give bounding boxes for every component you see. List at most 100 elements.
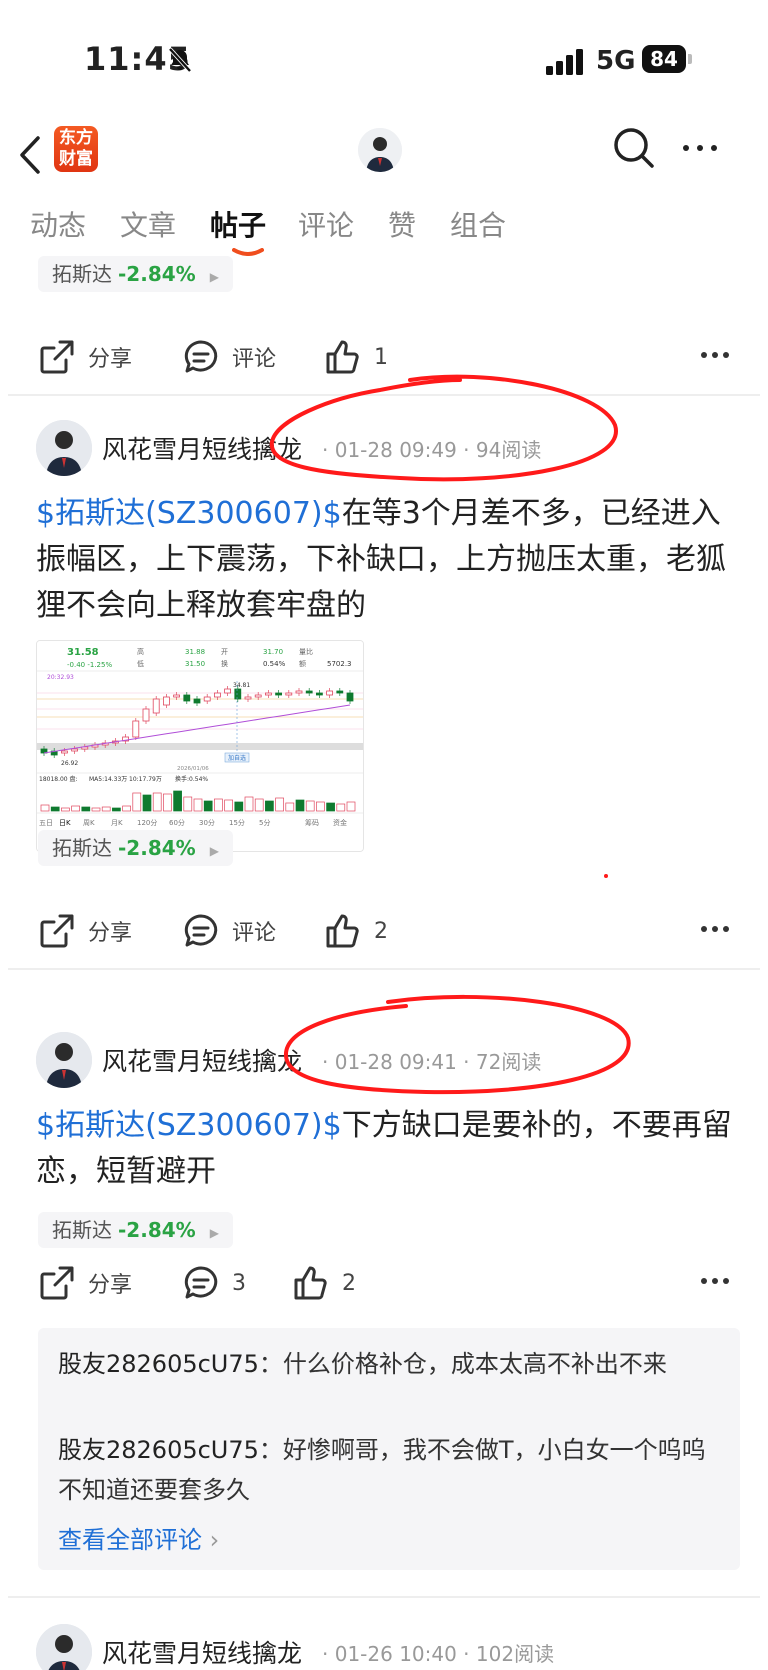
app-logo[interactable]: 东方 财富 [54,126,98,172]
share-button[interactable]: 分享 [38,1258,132,1308]
tab-articles[interactable]: 文章 [120,204,176,244]
volume-bar [61,807,70,812]
more-icon[interactable] [700,924,730,934]
candle [183,694,191,702]
chevron-right-icon: ▶ [209,270,219,284]
comment-user[interactable]: 股友282605cU75 [58,1350,259,1378]
stock-tag[interactable]: 拓斯达 -2.84% ▶ [38,1212,233,1248]
more-icon[interactable] [680,142,720,154]
author-name[interactable]: 风花雪月短线擒龙 [102,430,302,466]
stock-link[interactable]: $拓斯达(SZ300607)$ [36,1108,342,1143]
tab-dynamics[interactable]: 动态 [30,204,86,244]
chart-date: 2026/01/06 [177,766,209,772]
like-button[interactable]: 2 [324,906,388,956]
like-count: 1 [374,344,388,370]
thumbs-up-icon [294,1266,327,1300]
comment-item[interactable]: 股友282605cU75：什么价格补仓，成本太高不补出不来 [58,1344,718,1384]
volume-bar [91,807,101,812]
kline-chart-image[interactable]: 31.58 -0.40 -1.25% 高 低 31.88 31.50 开 换 3… [36,640,364,852]
candle [264,692,272,696]
comment-sep: ： [258,1436,283,1464]
volume-bar [122,805,131,812]
stock-tag[interactable]: 拓斯达 -2.84% ▶ [38,830,233,866]
like-button[interactable]: 1 [324,332,388,382]
like-count: 2 [374,918,388,944]
chart-price: 31.58 [67,647,99,658]
more-icon[interactable] [700,350,730,360]
volume-bar [305,800,315,812]
tab-active-indicator [232,248,264,256]
user-avatar-icon[interactable] [358,128,402,172]
view-all-label: 查看全部评论 [58,1526,202,1554]
chart-amt: 5702.3 [327,660,352,668]
chart-turn-label: 换 [221,659,228,668]
post-content[interactable]: $拓斯达(SZ300607)$下方缺口是要补的，不要再留恋，短暂避开 [36,1103,736,1195]
comment-button[interactable]: 3 [182,1258,246,1308]
chart-ma: 20:32.93 [47,674,74,681]
logo-line1: 东方 [59,128,93,148]
author-avatar-icon[interactable] [36,1624,92,1670]
red-dot-annotation [604,874,608,878]
tab-portfolio[interactable]: 组合 [450,204,506,244]
share-button[interactable]: 分享 [38,332,132,382]
candle [173,694,181,698]
volume-bar [214,798,223,812]
volume-bar [40,804,50,812]
comment-icon [184,1266,218,1299]
comment-button[interactable]: 评论 [182,332,276,382]
volume-bar [173,790,182,812]
chart-ma5: MA5:14.33万 [89,776,127,783]
back-icon[interactable] [16,130,46,180]
tab-comments[interactable]: 评论 [298,204,354,244]
tab-posts[interactable]: 帖子 [210,204,266,244]
more-icon[interactable] [700,1276,730,1286]
period-tab: 筹码 [305,818,319,827]
volume-bar [112,807,121,812]
author-name[interactable]: 风花雪月短线擒龙 [102,1634,302,1670]
volume-bar [203,800,213,812]
chart-trough-label: 26.92 [61,760,78,767]
share-icon [40,340,74,374]
comment-text: 什么价格补仓，成本太高不补出不来 [282,1350,667,1378]
stock-tag[interactable]: 拓斯达 -2.84% ▶ [38,256,233,292]
nav-bar: 东方 财富 [0,120,768,210]
volume-bar [152,792,162,812]
chart-low-label: 低 [137,659,144,668]
tab-likes[interactable]: 赞 [388,204,416,244]
candle [275,692,283,696]
share-icon [40,914,74,948]
comment-user[interactable]: 股友282605cU75 [58,1436,259,1464]
divider [8,394,760,396]
candle [213,692,221,698]
chart-amt-label: 额 [299,659,306,668]
candle [346,692,354,702]
bell-muted-icon [168,47,192,73]
candle [234,688,242,700]
search-icon[interactable] [612,126,656,170]
author-avatar-icon[interactable] [36,420,92,476]
stock-link[interactable]: $拓斯达(SZ300607)$ [36,496,342,531]
post-content[interactable]: $拓斯达(SZ300607)$在等3个月差不多，已经进入振幅区，上下震荡，下补缺… [36,491,736,629]
candle [60,750,68,754]
kline-chart: 31.58 -0.40 -1.25% 高 低 31.88 31.50 开 换 3… [37,641,363,851]
candle [224,688,232,694]
comment-item[interactable]: 股友282605cU75：好惨啊哥，我不会做T，小白女一个呜呜不知道还要套多久 [58,1430,718,1510]
share-label: 分享 [88,347,133,372]
volume-bar [244,796,254,812]
view-all-comments-link[interactable]: 查看全部评论 › [58,1520,219,1555]
author-avatar-icon[interactable] [36,1032,92,1088]
like-button[interactable]: 2 [292,1258,356,1308]
like-count: 2 [342,1270,356,1296]
comment-sep: ： [258,1350,283,1378]
thumbs-up-icon [326,914,359,948]
author-name[interactable]: 风花雪月短线擒龙 [102,1042,302,1078]
comment-count: 3 [232,1270,246,1296]
share-button[interactable]: 分享 [38,906,132,956]
period-tab: 日K [59,819,71,827]
comment-icon [184,340,218,373]
chart-turn: 0.54% [263,660,286,668]
comment-button[interactable]: 评论 [182,906,276,956]
candle [203,696,211,702]
period-tab: 5分 [259,818,270,827]
chevron-right-icon: › [209,1526,220,1554]
